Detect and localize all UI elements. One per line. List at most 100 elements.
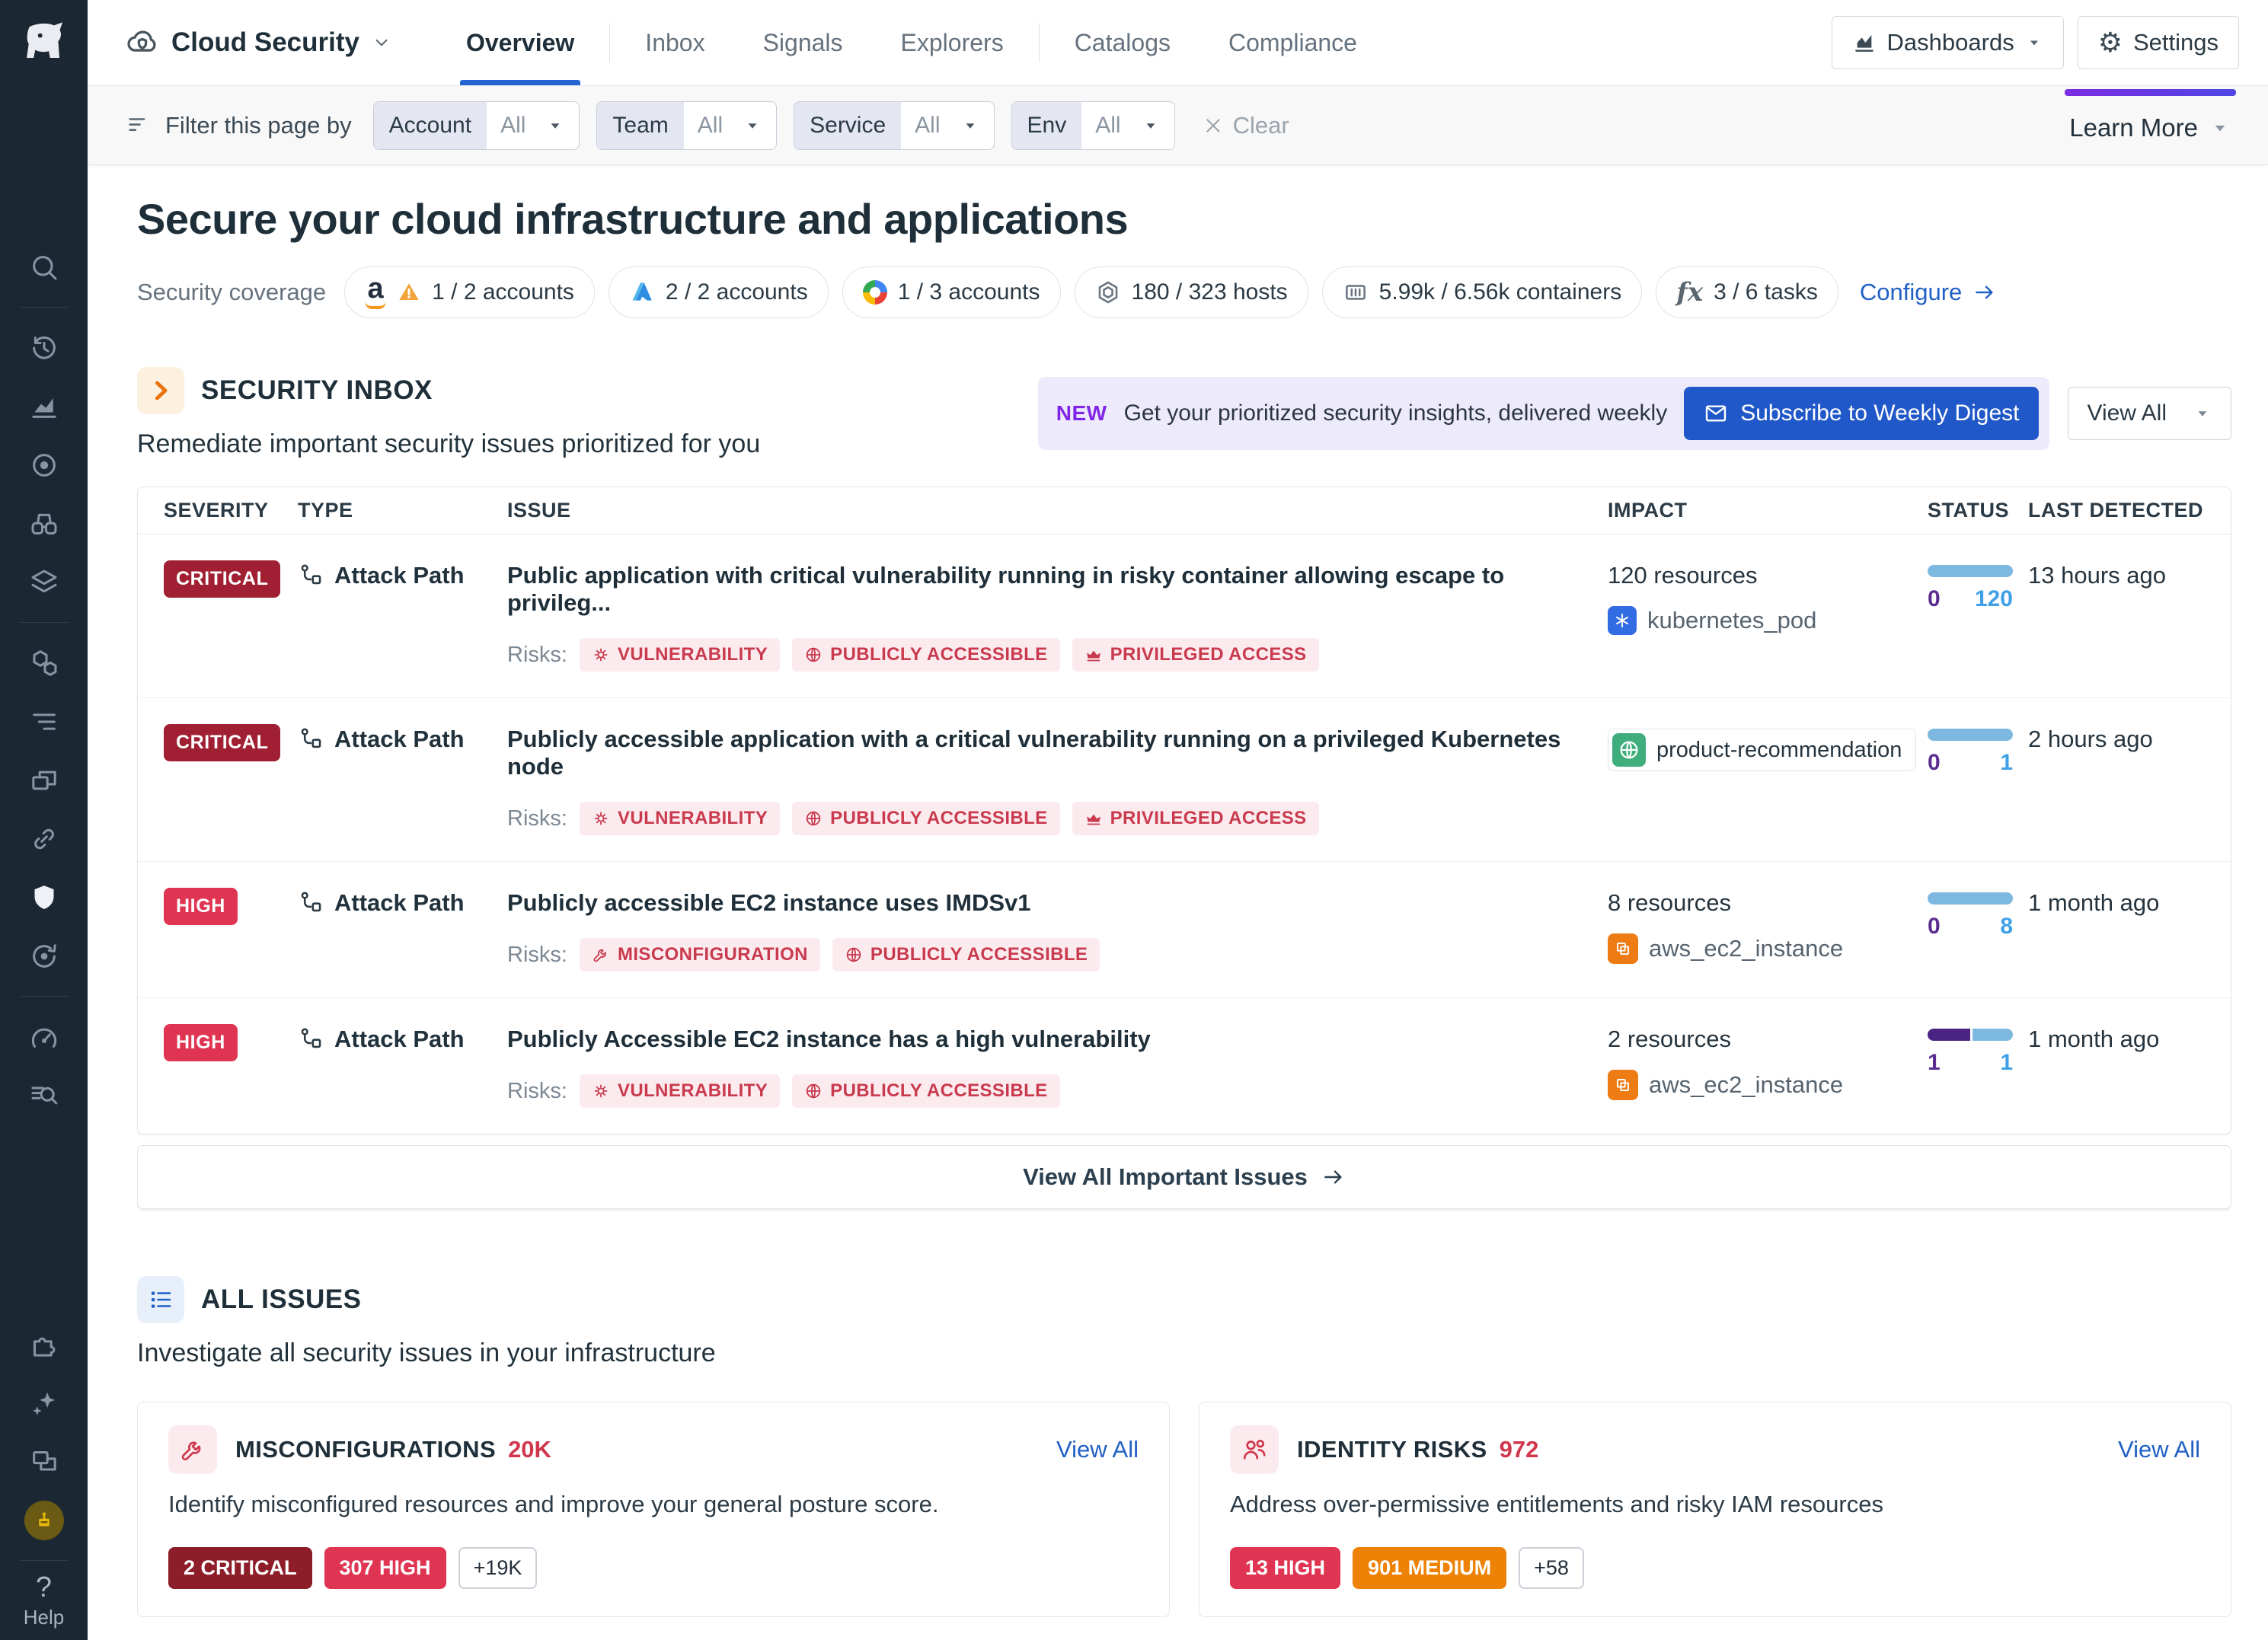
filter-lines-icon: [126, 113, 152, 139]
caret-down-icon: [2209, 116, 2231, 139]
card-badges: 13 HIGH901 MEDIUM+58: [1230, 1547, 2200, 1589]
wrench-icon: [179, 1436, 206, 1463]
tab-compliance[interactable]: Compliance: [1199, 0, 1386, 85]
sidebar-item-windows[interactable]: [0, 751, 88, 809]
tab-catalogs[interactable]: Catalogs: [1046, 0, 1199, 85]
security-coverage-row: Security coverage a 1 / 2 accounts 2 / 2…: [137, 266, 2231, 318]
table-row[interactable]: CRITICAL Attack Path Public application …: [138, 534, 2231, 697]
card-view-all-link[interactable]: View All: [2118, 1436, 2200, 1463]
coverage-chip-aws[interactable]: a 1 / 2 accounts: [344, 266, 595, 318]
attack-path-icon: [298, 890, 324, 916]
issue-title[interactable]: Publicly accessible application with a c…: [507, 726, 1608, 780]
windows-stack-icon: [29, 1447, 59, 1477]
sidebar-item-search-lines[interactable]: [0, 1066, 88, 1125]
coverage-chip-container[interactable]: 5.99k / 6.56k containers: [1322, 266, 1643, 318]
issue-title[interactable]: Publicly accessible EC2 instance uses IM…: [507, 889, 1608, 917]
risk-chip-publicly-accessible: PUBLICLY ACCESSIBLE: [792, 802, 1059, 835]
coverage-chip-host[interactable]: 180 / 323 hosts: [1075, 266, 1308, 318]
coverage-chip-gcp[interactable]: 1 / 3 accounts: [842, 266, 1061, 318]
sidebar-item-sparkles[interactable]: [0, 1374, 88, 1432]
sidebar-item-search[interactable]: [0, 238, 88, 296]
caret-down-icon: [2193, 404, 2212, 423]
configure-link[interactable]: Configure: [1860, 279, 1997, 306]
issue-title[interactable]: Public application with critical vulnera…: [507, 562, 1608, 617]
tab-label: Overview: [466, 29, 574, 57]
all-issues-header: ALL ISSUES Investigate all security issu…: [137, 1276, 2231, 1368]
sidebar-item-clock-history[interactable]: [0, 318, 88, 377]
sidebar-item-logs[interactable]: [0, 692, 88, 751]
binoculars-icon: [29, 509, 59, 539]
sidebar-item-link[interactable]: [0, 809, 88, 868]
search-icon: [29, 252, 59, 282]
tab-inbox[interactable]: Inbox: [616, 0, 733, 85]
filter-account[interactable]: Account All: [373, 101, 580, 150]
impact-resource-chip[interactable]: product-recommendation: [1608, 729, 1916, 771]
coverage-chip-fx[interactable]: fx 3 / 6 tasks: [1656, 266, 1838, 318]
view-all-important-issues-button[interactable]: View All Important Issues: [137, 1145, 2231, 1209]
issue-type: Attack Path: [298, 726, 507, 753]
table-row[interactable]: CRITICAL Attack Path Publicly accessible…: [138, 697, 2231, 861]
issue-title[interactable]: Publicly Accessible EC2 instance has a h…: [507, 1026, 1608, 1053]
sidebar-item-puzzle[interactable]: [0, 1315, 88, 1374]
learn-more-dropdown[interactable]: Learn More: [2069, 109, 2231, 142]
table-row[interactable]: HIGH Attack Path Publicly Accessible EC2…: [138, 997, 2231, 1134]
impact-resource[interactable]: aws_ec2_instance: [1608, 933, 1928, 964]
sidebar-item-windows-stack[interactable]: [0, 1432, 88, 1491]
sidebar-item-ci-circle[interactable]: [0, 927, 88, 985]
product-switcher[interactable]: Cloud Security: [126, 26, 391, 59]
risks-label: Risks:: [507, 643, 567, 668]
gcp-icon: [863, 280, 887, 305]
inbox-view-all-dropdown[interactable]: View All: [2068, 387, 2231, 440]
risks-row: Risks:VULNERABILITYPUBLICLY ACCESSIBLE: [507, 1074, 1608, 1108]
impact-resource[interactable]: kubernetes_pod: [1608, 606, 1928, 635]
coverage-chip-azure[interactable]: 2 / 2 accounts: [609, 266, 829, 318]
risk-chip-vulnerability: VULNERABILITY: [580, 802, 780, 835]
datadog-logo[interactable]: [20, 0, 69, 85]
column-header-severity: SEVERITY: [138, 499, 298, 522]
impact-resource[interactable]: aws_ec2_instance: [1608, 1070, 1928, 1100]
caret-down-icon: [545, 116, 565, 136]
tab-overview[interactable]: Overview: [437, 0, 603, 85]
sidebar-item-layers[interactable]: [0, 553, 88, 611]
arrow-right-icon: [1973, 280, 1997, 305]
tab-explorers[interactable]: Explorers: [872, 0, 1033, 85]
severity-badge: HIGH: [164, 888, 238, 925]
sidebar-item-shield[interactable]: [0, 868, 88, 927]
inbox-view-all-label: View All: [2087, 400, 2167, 426]
people-icon: [1241, 1436, 1268, 1463]
sidebar-item-help[interactable]: ? Help: [24, 1571, 64, 1640]
filter-env[interactable]: Env All: [1011, 101, 1175, 150]
settings-button-label: Settings: [2133, 29, 2218, 56]
sidebar-item-binoculars[interactable]: [0, 494, 88, 553]
severity-badge: CRITICAL: [164, 724, 280, 761]
left-sidebar: ? Help: [0, 0, 88, 1640]
dashboards-button[interactable]: Dashboards: [1832, 16, 2064, 69]
coverage-chip-text: 1 / 2 accounts: [432, 279, 574, 305]
sidebar-item-metrics[interactable]: [0, 377, 88, 436]
table-header-row: SEVERITY TYPE ISSUE IMPACT STATUS LAST D…: [138, 487, 2231, 534]
card-view-all-link[interactable]: View All: [1056, 1436, 1139, 1463]
clear-filters-button[interactable]: Clear: [1203, 112, 1289, 139]
caret-down-icon: [743, 116, 762, 136]
azure-icon: [629, 279, 655, 305]
filter-team[interactable]: Team All: [596, 101, 777, 150]
security-coverage-label: Security coverage: [137, 279, 326, 306]
sidebar-item-hexagons[interactable]: [0, 633, 88, 692]
sidebar-item-avatar[interactable]: [0, 1491, 88, 1549]
subscribe-weekly-digest-button[interactable]: Subscribe to Weekly Digest: [1684, 387, 2039, 440]
clock-history-icon: [29, 333, 59, 363]
sidebar-item-gauge[interactable]: [0, 1007, 88, 1066]
clear-label: Clear: [1233, 112, 1289, 139]
cloud-shield-icon: [126, 26, 159, 59]
crown-icon: [1084, 646, 1103, 664]
wrench-icon: [592, 946, 610, 964]
sidebar-item-apm-ring[interactable]: [0, 436, 88, 494]
aws-ec2-icon: [1608, 1070, 1638, 1100]
filter-service[interactable]: Service All: [794, 101, 994, 150]
coverage-chips: a 1 / 2 accounts 2 / 2 accounts 1 / 3 ac…: [344, 266, 1838, 318]
settings-button[interactable]: ⚙ Settings: [2078, 16, 2239, 69]
filter-bar-label: Filter this page by: [165, 112, 352, 139]
page-title: Secure your cloud infrastructure and app…: [137, 194, 2231, 244]
tab-signals[interactable]: Signals: [734, 0, 872, 85]
table-row[interactable]: HIGH Attack Path Publicly accessible EC2…: [138, 861, 2231, 997]
